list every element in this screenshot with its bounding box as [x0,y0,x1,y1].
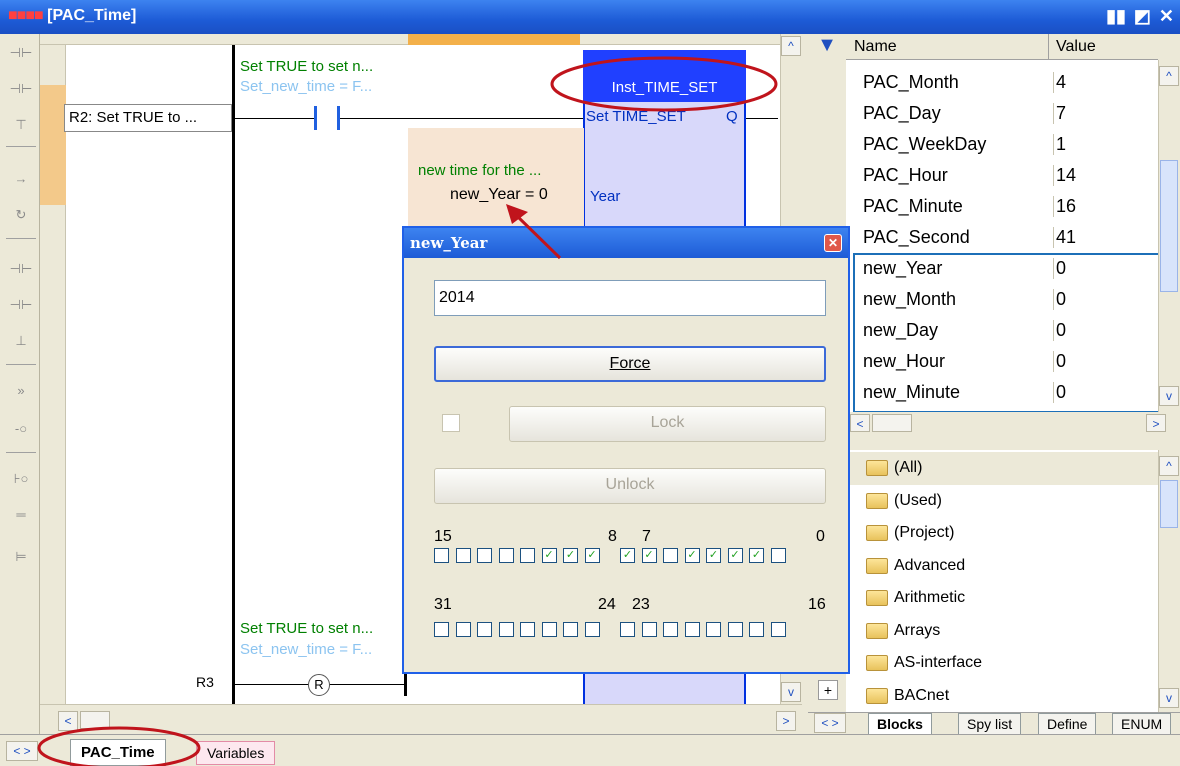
annotation-arrow [514,213,562,260]
annotation-overlay [37,56,778,766]
annotation-ellipse-tab [37,726,201,766]
annotation-arrowhead [506,204,528,224]
annotation-ellipse-fb [550,56,778,112]
